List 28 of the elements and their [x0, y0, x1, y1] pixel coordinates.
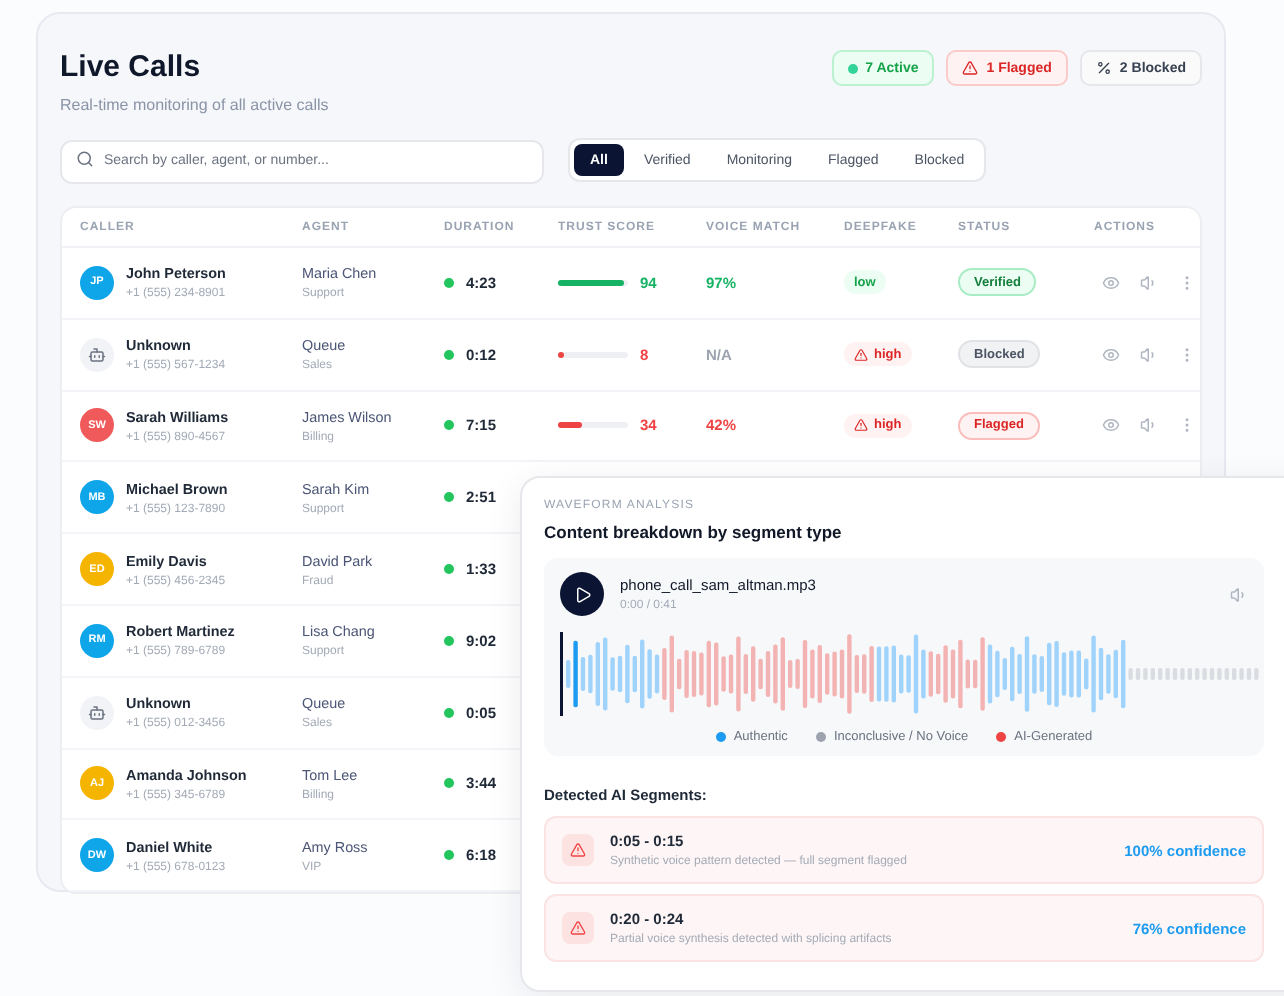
view-icon[interactable]: [1102, 416, 1120, 435]
live-dot: [444, 277, 454, 288]
volume-icon[interactable]: [1140, 345, 1158, 364]
live-dot: [444, 707, 454, 718]
live-dot: [444, 564, 454, 575]
page-subtitle: Real-time monitoring of all active calls: [60, 96, 329, 114]
trust-score-bar: [558, 422, 628, 429]
volume-icon[interactable]: [1230, 585, 1248, 603]
warning-icon: [562, 912, 594, 944]
live-dot: [444, 778, 454, 789]
live-dot: [444, 850, 454, 861]
bot-avatar-icon: [80, 695, 114, 730]
trust-score-bar: [558, 279, 628, 286]
card-title: Content breakdown by segment type: [544, 522, 844, 542]
view-icon[interactable]: [1102, 273, 1120, 292]
live-dot: [444, 349, 454, 360]
bot-avatar-icon: [80, 337, 114, 372]
volume-icon[interactable]: [1140, 273, 1158, 292]
play-icon: [573, 585, 591, 603]
search-icon: [76, 150, 94, 168]
view-icon[interactable]: [1102, 345, 1120, 364]
volume-icon[interactable]: [1140, 416, 1158, 435]
live-dot: [444, 635, 454, 646]
play-button[interactable]: [560, 572, 604, 616]
warning-icon: [562, 834, 594, 866]
live-dot: [444, 492, 454, 503]
page-title: Live Calls: [60, 50, 203, 84]
live-dot: [444, 420, 454, 431]
